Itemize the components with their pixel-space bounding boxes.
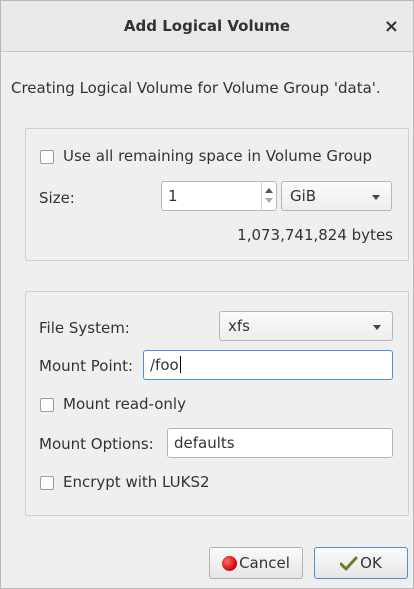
file-system-dropdown[interactable]: xfs bbox=[219, 311, 393, 341]
ok-button[interactable]: OK bbox=[314, 547, 408, 579]
text-cursor bbox=[179, 356, 181, 373]
stop-icon bbox=[222, 556, 238, 571]
mount-options-input[interactable]: defaults bbox=[167, 428, 393, 458]
unit-dropdown[interactable]: GiB bbox=[281, 181, 392, 211]
ok-button-label: OK bbox=[360, 554, 382, 572]
file-system-value: xfs bbox=[228, 317, 250, 335]
spin-up-icon[interactable] bbox=[265, 188, 273, 193]
file-system-label: File System: bbox=[39, 319, 130, 337]
encrypt-luks2-label[interactable]: Encrypt with LUKS2 bbox=[63, 473, 210, 491]
size-label: Size: bbox=[39, 189, 75, 207]
dialog-title: Add Logical Volume bbox=[123, 17, 291, 35]
mount-point-value: /foo bbox=[150, 356, 179, 374]
mount-point-input[interactable]: /foo bbox=[143, 350, 393, 380]
cancel-button-label: Cancel bbox=[239, 554, 290, 572]
unit-value: GiB bbox=[290, 187, 317, 205]
cancel-button[interactable]: Cancel bbox=[209, 547, 303, 579]
use-all-space-checkbox[interactable] bbox=[40, 150, 54, 164]
filesystem-section-frame: File System: xfs Mount Point: /foo Mount… bbox=[25, 291, 409, 516]
close-icon[interactable]: × bbox=[384, 1, 399, 52]
dialog-titlebar[interactable]: Add Logical Volume × bbox=[1, 1, 413, 52]
size-spin-buttons[interactable] bbox=[261, 181, 275, 211]
size-value: 1 bbox=[168, 187, 178, 205]
mount-point-label: Mount Point: bbox=[39, 357, 134, 375]
bytes-readout: 1,073,741,824 bytes bbox=[237, 226, 393, 244]
spin-down-icon[interactable] bbox=[265, 198, 273, 203]
intro-text: Creating Logical Volume for Volume Group… bbox=[11, 79, 381, 97]
mount-read-only-checkbox[interactable] bbox=[40, 398, 54, 412]
mount-options-value: defaults bbox=[174, 434, 235, 452]
add-logical-volume-dialog: Add Logical Volume × Creating Logical Vo… bbox=[0, 0, 414, 589]
chevron-down-icon bbox=[373, 325, 381, 330]
encrypt-luks2-checkbox[interactable] bbox=[40, 476, 54, 490]
mount-options-label: Mount Options: bbox=[39, 435, 154, 453]
ok-icon bbox=[339, 551, 358, 581]
size-spin-input[interactable]: 1 bbox=[161, 181, 277, 211]
size-section-frame: Use all remaining space in Volume Group … bbox=[25, 128, 409, 261]
mount-read-only-label[interactable]: Mount read-only bbox=[63, 395, 186, 413]
chevron-down-icon bbox=[372, 195, 380, 200]
use-all-space-label[interactable]: Use all remaining space in Volume Group bbox=[63, 147, 372, 165]
